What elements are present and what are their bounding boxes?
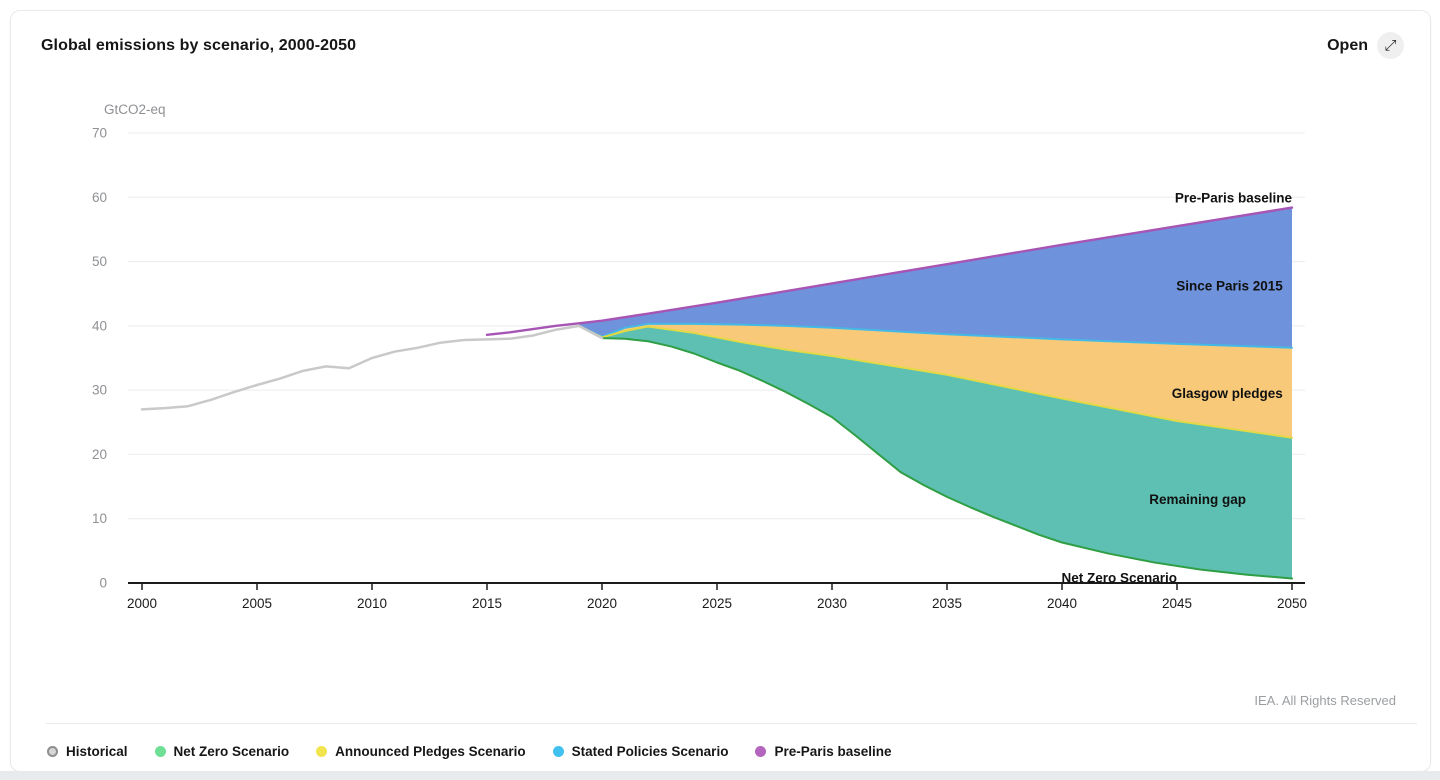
y-tick-label: 0 xyxy=(99,576,107,591)
x-tick-label: 2015 xyxy=(472,596,502,611)
x-tick-label: 2025 xyxy=(702,596,732,611)
y-axis-labels: 0 10 20 30 40 50 60 70 xyxy=(92,126,107,591)
y-tick-label: 40 xyxy=(92,318,107,333)
annotation-since-paris-2015: Since Paris 2015 xyxy=(1176,279,1283,294)
y-tick-label: 10 xyxy=(92,511,107,526)
annotation-remaining-gap: Remaining gap xyxy=(1149,492,1246,507)
x-axis: 2000 2005 2010 2015 2020 2025 2030 2035 2040 2045… xyxy=(127,583,1307,611)
x-tick-label: 2030 xyxy=(817,596,847,611)
y-tick-label: 20 xyxy=(92,447,107,462)
annotation-glasgow-pledges: Glasgow pledges xyxy=(1172,386,1283,401)
x-tick-label: 2005 xyxy=(242,596,272,611)
y-tick-label: 30 xyxy=(92,383,107,398)
y-tick-label: 60 xyxy=(92,190,107,205)
x-tick-label: 2035 xyxy=(932,596,962,611)
x-tick-label: 2040 xyxy=(1047,596,1077,611)
y-tick-label: 50 xyxy=(92,254,107,269)
x-tick-label: 2020 xyxy=(587,596,617,611)
x-tick-label: 2010 xyxy=(357,596,387,611)
annotation-net-zero-scenario: Net Zero Scenario xyxy=(1061,570,1177,585)
annotation-pre-paris-baseline: Pre-Paris baseline xyxy=(1175,190,1293,205)
emissions-chart: 2000200520102015202020252030203520402045… xyxy=(0,0,1440,780)
y-tick-label: 70 xyxy=(92,126,107,141)
x-tick-label: 2045 xyxy=(1162,596,1192,611)
x-tick-label: 2050 xyxy=(1277,596,1307,611)
x-tick-label: 2000 xyxy=(127,596,157,611)
series-line-historical xyxy=(142,326,602,410)
page-bottom-strip xyxy=(0,771,1440,780)
